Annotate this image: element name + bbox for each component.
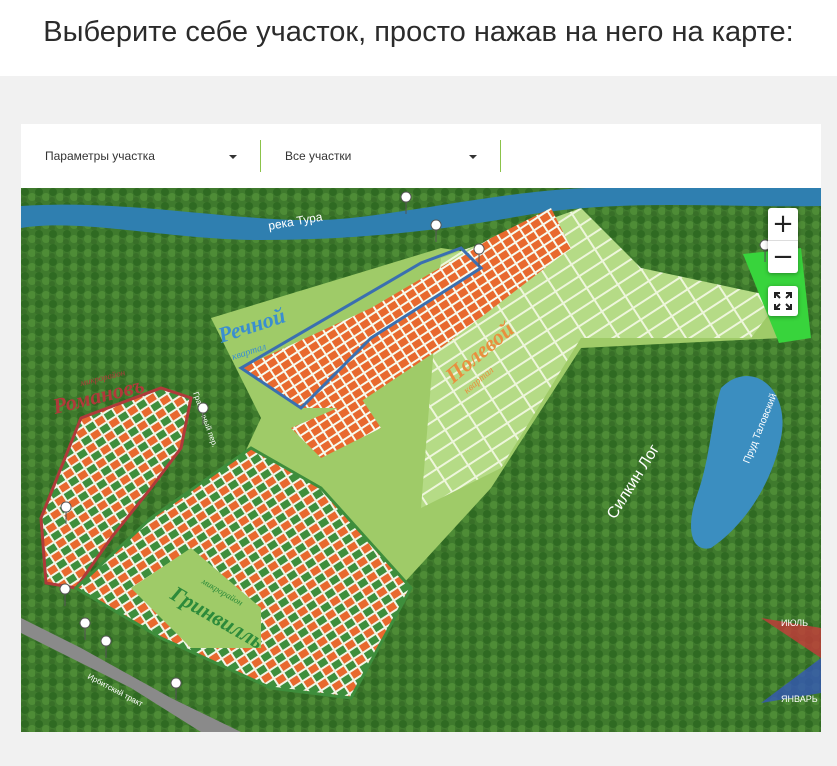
- fullscreen-button[interactable]: [768, 286, 798, 316]
- chevron-down-icon: [229, 155, 237, 159]
- plot-params-label: Параметры участка: [45, 149, 155, 163]
- zoom-out-button[interactable]: −: [768, 240, 798, 273]
- compass-bottom-label: ЯНВАРЬ: [781, 694, 818, 704]
- page-header: Выберите себе участок, просто нажав на н…: [0, 0, 837, 76]
- fullscreen-icon: [774, 292, 792, 310]
- chevron-down-icon: [469, 155, 477, 159]
- plots-filter-select[interactable]: Все участки: [285, 140, 501, 172]
- compass-top-label: ИЮЛЬ: [781, 618, 808, 628]
- plots-filter-label: Все участки: [285, 149, 352, 163]
- map-canvas: ИЮЛЬ ЯНВАРЬ река Тура Речной квартал Пол…: [21, 188, 821, 732]
- site-map[interactable]: ИЮЛЬ ЯНВАРЬ река Тура Речной квартал Пол…: [21, 188, 821, 732]
- zoom-control: + −: [768, 208, 798, 273]
- zoom-in-button[interactable]: +: [768, 208, 798, 240]
- filter-panel: Параметры участка Все участки: [21, 124, 821, 188]
- plot-params-select[interactable]: Параметры участка: [45, 140, 261, 172]
- page-title: Выберите себе участок, просто нажав на н…: [43, 16, 794, 48]
